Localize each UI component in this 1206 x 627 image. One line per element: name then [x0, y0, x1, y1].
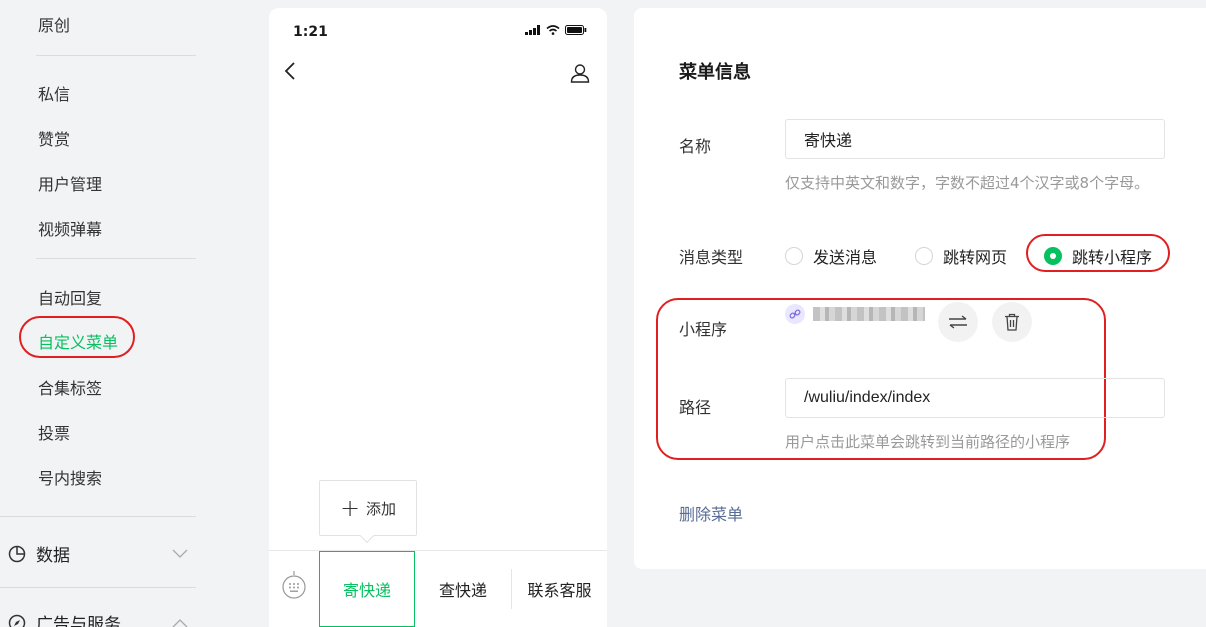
wifi-icon — [546, 25, 560, 35]
panel-title: 菜单信息 — [679, 62, 751, 83]
menu-tab-send-express[interactable]: 寄快递 — [319, 551, 415, 627]
miniprogram-selected — [785, 304, 925, 324]
delete-menu-link[interactable]: 删除菜单 — [679, 501, 743, 525]
status-time: 1:21 — [293, 24, 328, 40]
swap-miniprogram-button[interactable] — [938, 302, 978, 342]
radio-send-message[interactable]: 发送消息 — [785, 244, 877, 268]
radio-circle — [915, 247, 933, 265]
path-input[interactable]: /wuliu/index/index — [785, 378, 1165, 418]
add-submenu-button[interactable]: + 添加 — [319, 480, 417, 536]
radio-label: 跳转网页 — [943, 248, 1008, 267]
sidebar-divider — [0, 587, 196, 588]
sidebar-section-label: 数据 — [36, 546, 70, 566]
sidebar-item-user-management[interactable]: 用户管理 — [38, 171, 102, 195]
chevron-up-icon — [172, 618, 188, 627]
link-icon — [785, 304, 805, 324]
sidebar-item-vote[interactable]: 投票 — [38, 420, 70, 444]
miniprogram-name-blurred — [813, 307, 925, 321]
miniprogram-label: 小程序 — [679, 320, 728, 339]
sidebar-section-label: 广告与服务 — [36, 615, 121, 627]
pie-chart-icon — [8, 545, 26, 562]
menu-tab-contact-service[interactable]: 联系客服 — [512, 551, 607, 627]
phone-preview: 1:21 + 添加 寄快递 查快递 联系客服 — [269, 8, 607, 627]
sidebar-item-original[interactable]: 原创 — [38, 12, 70, 36]
status-icons — [524, 24, 587, 38]
sidebar-item-collection-tags[interactable]: 合集标签 — [38, 375, 102, 399]
battery-icon — [565, 25, 587, 35]
add-submenu-label: 添加 — [366, 499, 397, 518]
sidebar-item-reward[interactable]: 赞赏 — [38, 126, 70, 150]
sidebar-item-auto-reply[interactable]: 自动回复 — [38, 285, 102, 309]
menu-info-panel: 菜单信息 名称 寄快递 仅支持中英文和数字，字数不超过4个汉字或8个字母。 消息… — [634, 8, 1206, 569]
sidebar-divider — [36, 258, 196, 259]
swap-icon — [949, 315, 967, 329]
sidebar-item-messages[interactable]: 私信 — [38, 81, 70, 105]
path-hint: 用户点击此菜单会跳转到当前路径的小程序 — [785, 433, 1071, 451]
keyboard-icon[interactable] — [281, 571, 307, 601]
delete-miniprogram-button[interactable] — [992, 302, 1032, 342]
chevron-down-icon — [172, 549, 188, 558]
annotation-circle — [1026, 234, 1170, 272]
sidebar-divider — [36, 55, 196, 56]
plus-icon: + — [339, 494, 361, 522]
radio-circle — [785, 247, 803, 265]
sidebar-item-video-danmaku[interactable]: 视频弹幕 — [38, 216, 102, 240]
sidebar: 原创 私信 赞赏 用户管理 视频弹幕 自动回复 自定义菜单 合集标签 投票 号内… — [0, 0, 250, 627]
back-icon[interactable] — [283, 60, 297, 82]
sidebar-section-ads[interactable]: 广告与服务 — [8, 610, 188, 627]
name-label: 名称 — [679, 137, 712, 156]
annotation-circle — [19, 316, 135, 358]
sidebar-section-data[interactable]: 数据 — [8, 541, 188, 566]
compass-icon — [8, 614, 26, 627]
name-hint: 仅支持中英文和数字，字数不超过4个汉字或8个字母。 — [785, 174, 1150, 192]
radio-label: 发送消息 — [813, 248, 878, 267]
radio-open-webpage[interactable]: 跳转网页 — [915, 244, 1007, 268]
signal-icon — [524, 25, 540, 35]
menu-tab-track-express[interactable]: 查快递 — [415, 551, 511, 627]
sidebar-divider — [0, 516, 196, 517]
path-label: 路径 — [679, 398, 712, 417]
name-input[interactable]: 寄快递 — [785, 119, 1165, 159]
person-icon[interactable] — [569, 62, 591, 84]
message-type-label: 消息类型 — [679, 248, 744, 267]
trash-icon — [1005, 313, 1019, 331]
sidebar-item-search[interactable]: 号内搜索 — [38, 465, 102, 489]
menu-bar: 寄快递 查快递 联系客服 — [269, 550, 607, 627]
